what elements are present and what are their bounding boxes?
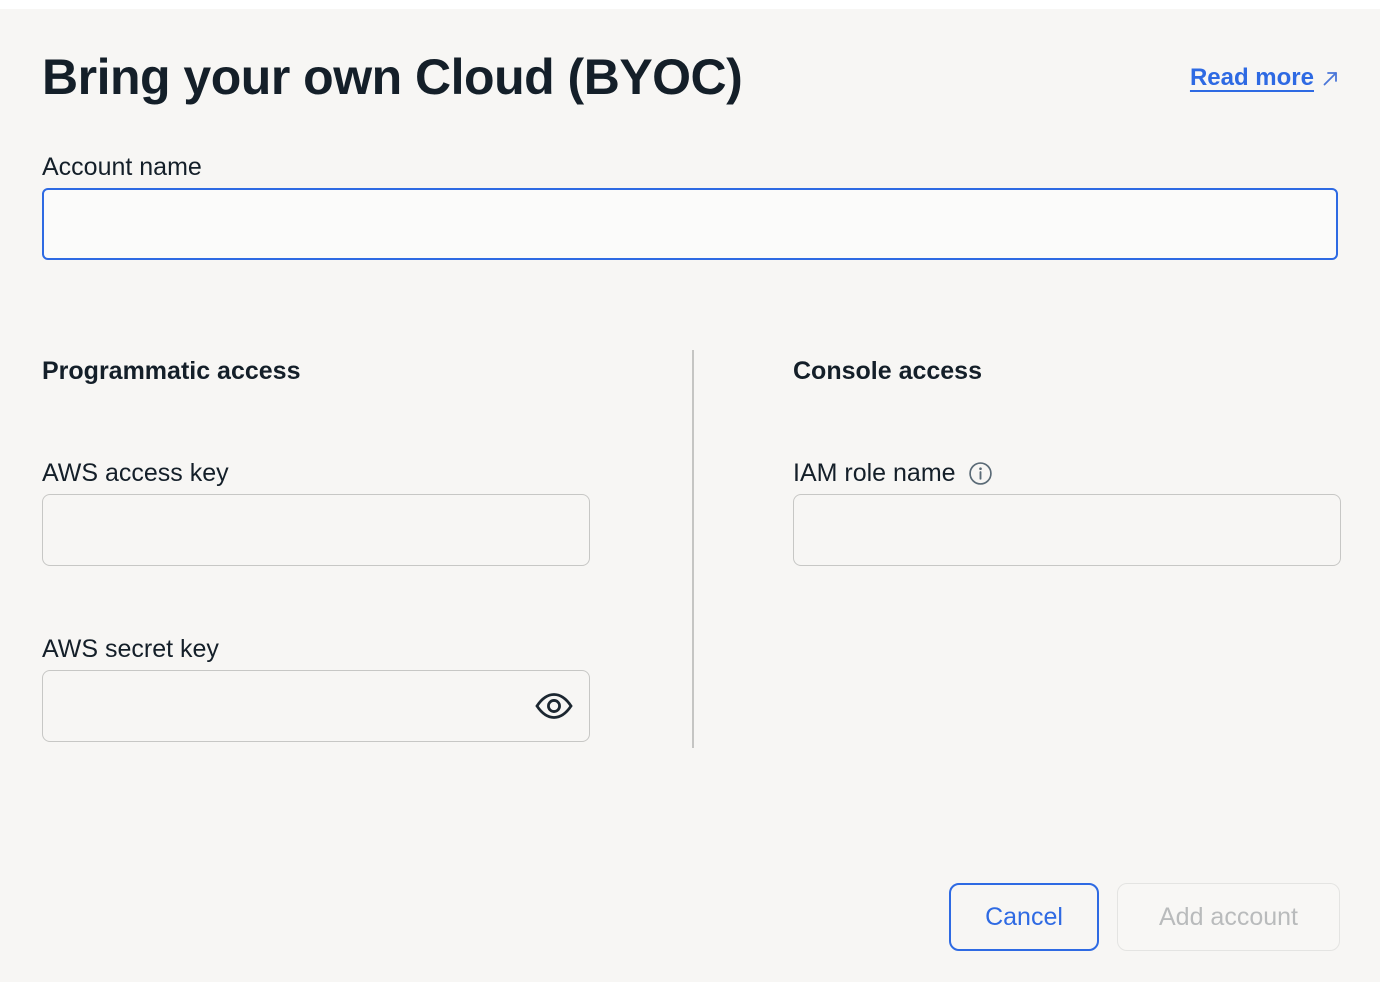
iam-role-name-label: IAM role name bbox=[793, 458, 956, 488]
dialog-actions: Cancel Add account bbox=[949, 883, 1340, 951]
aws-secret-key-label: AWS secret key bbox=[42, 634, 219, 664]
console-access-heading: Console access bbox=[793, 356, 1341, 386]
read-more-label: Read more bbox=[1190, 64, 1314, 92]
aws-secret-key-input[interactable] bbox=[42, 670, 590, 742]
byoc-dialog: Bring your own Cloud (BYOC) Read more Ac… bbox=[0, 0, 1380, 982]
eye-icon bbox=[533, 688, 575, 724]
account-name-input[interactable] bbox=[42, 188, 1338, 260]
account-name-label: Account name bbox=[42, 152, 202, 182]
toggle-secret-visibility-button[interactable] bbox=[528, 680, 580, 732]
read-more-link[interactable]: Read more bbox=[1190, 64, 1340, 92]
section-divider bbox=[692, 350, 694, 748]
add-account-button[interactable]: Add account bbox=[1117, 883, 1340, 951]
programmatic-access-section: Programmatic access AWS access key AWS s… bbox=[42, 350, 590, 742]
aws-access-key-input[interactable] bbox=[42, 494, 590, 566]
iam-role-name-input[interactable] bbox=[793, 494, 1341, 566]
cancel-button[interactable]: Cancel bbox=[949, 883, 1099, 951]
page-title: Bring your own Cloud (BYOC) bbox=[42, 47, 742, 107]
aws-access-key-label: AWS access key bbox=[42, 458, 229, 488]
console-access-section: Console access IAM role name bbox=[793, 350, 1341, 566]
info-circle-icon[interactable] bbox=[968, 461, 993, 486]
arrow-up-right-icon bbox=[1321, 69, 1340, 88]
window-top-edge bbox=[0, 0, 1380, 9]
programmatic-access-heading: Programmatic access bbox=[42, 356, 590, 386]
